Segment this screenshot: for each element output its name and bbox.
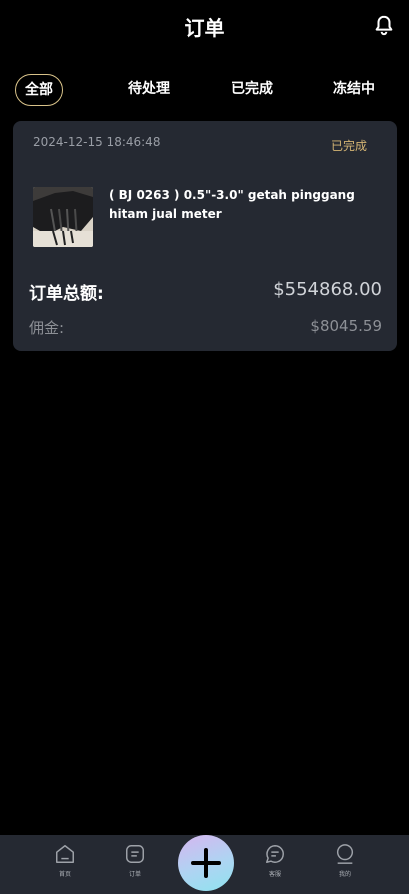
profile-icon [336,844,354,864]
order-total-value: $554868.00 [273,279,382,300]
product-name: ( BJ 0263 ) 0.5"-3.0" getah pinggang hit… [109,188,355,221]
nav-support-label: 客服 [268,871,281,878]
tab-all[interactable]: 全部 [15,74,63,106]
nav-orders-label: 订单 [128,871,141,878]
orders-icon [126,845,144,863]
nav-orders[interactable]: 订单 [115,843,155,878]
nav-home[interactable]: 首页 [45,843,85,878]
order-total-label: 订单总额: [29,284,104,304]
order-status-tabs: 全部 待处理 已完成 冻结中 [0,74,409,106]
top-header: 订单 [0,0,409,52]
product-thumbnail [33,187,93,247]
home-icon [56,845,74,863]
nav-home-label: 首页 [58,871,71,878]
nav-support[interactable]: 客服 [255,843,295,878]
commission-label: 佣金: [29,319,65,337]
status-badge: 已完成 [330,139,367,153]
order-date: 2024-12-15 18:46:48 [33,135,161,149]
nav-profile[interactable]: 我的 [325,843,365,878]
add-order-button[interactable] [178,835,234,891]
bell-icon[interactable] [373,14,395,36]
tab-completed[interactable]: 已完成 [231,74,273,106]
tab-frozen[interactable]: 冻结中 [333,74,375,106]
tab-pending[interactable]: 待处理 [128,74,170,106]
commission-value: $8045.59 [310,317,382,335]
page-title: 订单 [184,16,225,40]
order-card[interactable]: 2024-12-15 18:46:48 已完成 ( BJ 0263 ) 0.5"… [13,121,397,351]
chat-icon [266,845,284,863]
plus-icon [191,848,221,878]
nav-profile-label: 我的 [338,871,351,878]
